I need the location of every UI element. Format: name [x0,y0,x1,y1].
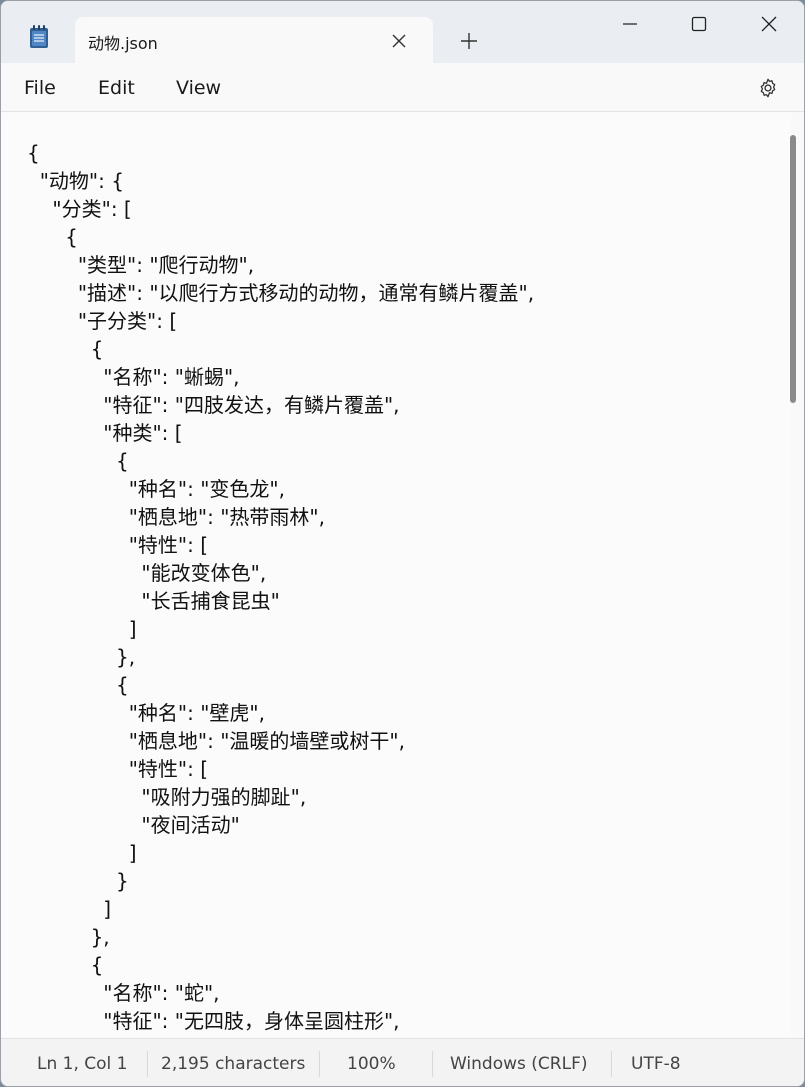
code-line: { [27,141,40,165]
status-divider [147,1051,148,1077]
code-line: { [27,673,129,697]
status-divider [432,1051,433,1077]
cursor-position: Ln 1, Col 1 [37,1054,128,1074]
code-line: }, [27,645,136,669]
code-line: "特性": [ [27,533,209,557]
code-line: { [27,337,104,361]
code-line: "类型": "爬行动物", [27,253,255,277]
code-line: } [27,869,129,893]
code-line: "种名": "壁虎", [27,701,265,725]
close-tab-icon[interactable] [387,29,411,53]
code-line: "能改变体色", [27,561,267,585]
status-bar: Ln 1, Col 1 2,195 characters 100% Window… [1,1038,804,1086]
menu-bar: File Edit View [1,63,804,112]
code-line: "描述": "以爬行方式移动的动物，通常有鳞片覆盖", [27,281,535,305]
gear-icon[interactable] [754,74,782,102]
code-line: "长舌捕食昆虫" [27,589,280,613]
code-line: { [27,449,129,473]
code-line: "子分类": [ [27,309,178,333]
code-line: "特征": "无四肢，身体呈圆柱形", [27,1009,400,1033]
code-line: "栖息地": "温暖的墙壁或树干", [27,729,405,753]
status-divider [611,1051,612,1077]
code-line: ] [27,841,137,865]
title-bar: 动物.json [1,1,804,64]
notepad-icon [29,25,49,49]
close-window-icon[interactable] [746,9,792,39]
menu-view[interactable]: View [176,77,221,99]
zoom-level[interactable]: 100% [347,1054,396,1074]
new-tab-plus-icon[interactable] [455,27,483,55]
code-line: "种名": "变色龙", [27,477,285,501]
notepad-window: 动物.json File Edit View {"动物": {"分类": [… [0,0,805,1087]
menu-file[interactable]: File [24,77,56,99]
code-line: "特性": [ [27,757,209,781]
code-line: { [27,953,104,977]
code-line: "名称": "蛇", [27,981,220,1005]
maximize-icon[interactable] [676,9,722,39]
vertical-scrollbar-thumb[interactable] [790,135,796,403]
minimize-icon[interactable] [607,9,653,39]
text-editor[interactable]: { "动物": { "分类": [ { "类型": "爬行动物", "描述": … [1,113,791,1038]
code-line: "吸附力强的脚趾", [27,785,307,809]
menu-edit[interactable]: Edit [98,77,135,99]
status-divider [319,1051,320,1077]
code-line: }, [27,925,110,949]
code-line: ] [27,897,112,921]
encoding[interactable]: UTF-8 [631,1054,681,1074]
tab-file[interactable]: 动物.json [75,17,433,64]
code-line: "特征": "四肢发达，有鳞片覆盖", [27,393,400,417]
code-line: "名称": "蜥蜴", [27,365,240,389]
tab-title: 动物.json [88,34,158,53]
code-line: ] [27,617,137,641]
code-line: "夜间活动" [27,813,240,837]
code-line: "动物": { [27,169,124,193]
line-ending[interactable]: Windows (CRLF) [450,1054,588,1074]
code-line: "栖息地": "热带雨林", [27,505,325,529]
character-count: 2,195 characters [161,1054,306,1074]
code-line: "种类": [ [27,421,183,445]
code-line: "分类": [ [27,197,132,221]
code-line: { [27,225,78,249]
